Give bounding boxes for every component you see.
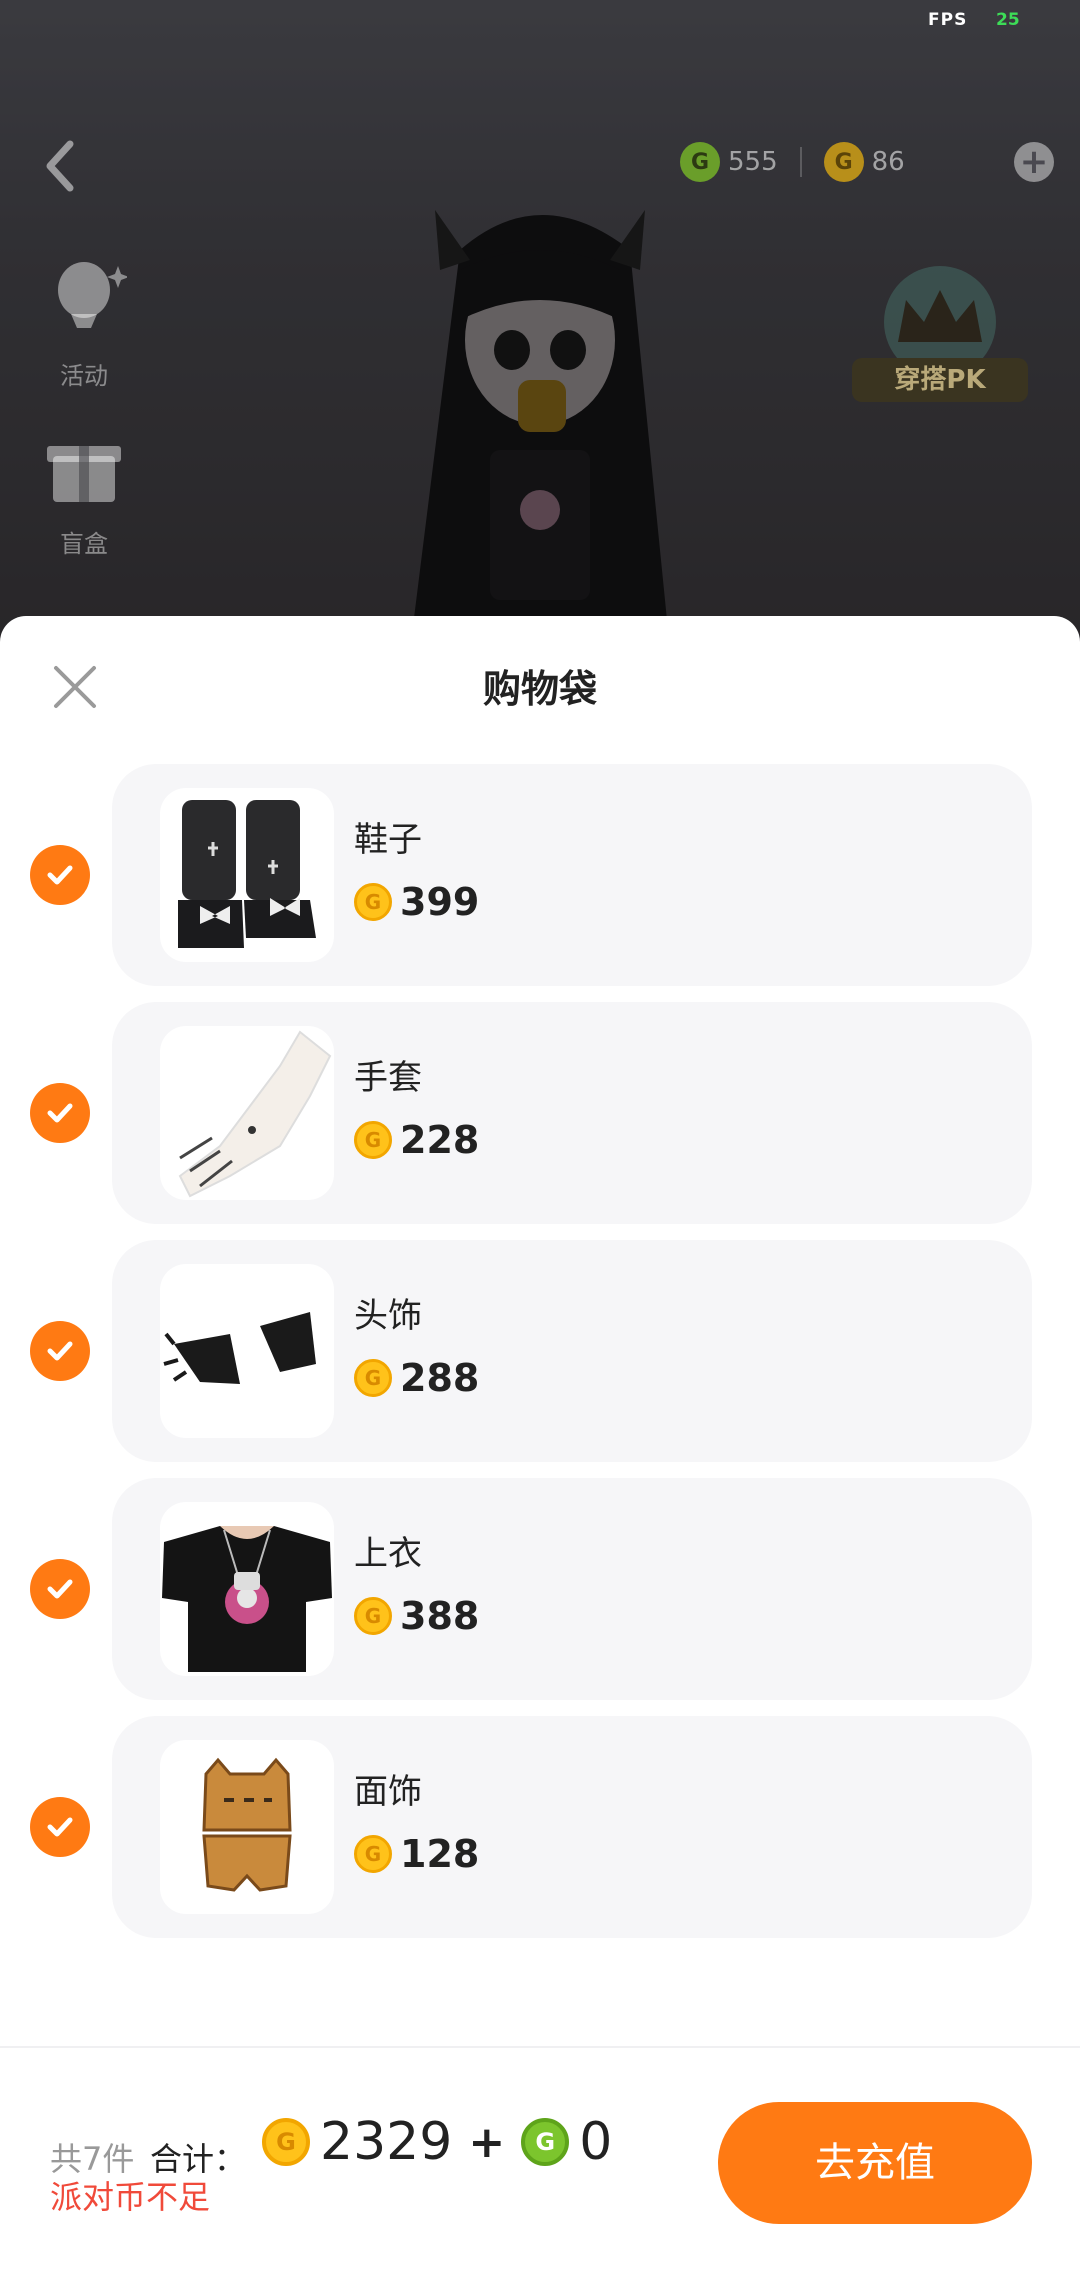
- green-coin-icon: G: [521, 2118, 570, 2166]
- add-currency-button[interactable]: +: [1014, 142, 1054, 182]
- gold-coin-icon: G: [354, 883, 392, 921]
- gold-coin-icon: G: [354, 1597, 392, 1635]
- recharge-button[interactable]: 去充值: [718, 2102, 1032, 2224]
- green-currency-value: 555: [728, 147, 778, 177]
- side-item-label: 盲盒: [60, 530, 108, 558]
- currency-bar: G 555 G 86: [680, 140, 905, 184]
- cart-item: 鞋子 G 399: [0, 764, 1080, 986]
- cart-item: 上衣 G 388: [0, 1478, 1080, 1700]
- item-checkbox[interactable]: [30, 1797, 90, 1857]
- item-card[interactable]: 头饰 G 288: [112, 1240, 1032, 1462]
- gloves-thumbnail: [160, 1026, 334, 1200]
- side-item-blind-box[interactable]: 盲盒: [36, 426, 132, 559]
- item-name: 手套: [354, 1058, 422, 1098]
- item-name: 面饰: [354, 1772, 422, 1812]
- shopping-bag-sheet: 购物袋 鞋子 G 399 手套 G 228 头饰 G 288 上衣 G 388 …: [0, 616, 1080, 2280]
- price-value: 228: [400, 1118, 480, 1162]
- cat-mask-thumbnail: [160, 1740, 334, 1914]
- gold-coin-icon: G: [354, 1835, 392, 1873]
- price-value: 288: [400, 1356, 480, 1400]
- item-checkbox[interactable]: [30, 845, 90, 905]
- cart-item: 面饰 G 128: [0, 1716, 1080, 1938]
- item-card[interactable]: 手套 G 228: [112, 1002, 1032, 1224]
- shoes-thumbnail: [160, 788, 334, 962]
- gold-coin-icon: G: [823, 142, 864, 182]
- total-amount: G 2329 + G 0: [262, 2112, 612, 2172]
- side-item-activity[interactable]: 活动: [36, 258, 132, 391]
- checkmark-icon: [47, 1579, 73, 1599]
- gold-coin-icon: G: [262, 2118, 310, 2166]
- fps-value: 25: [996, 10, 1020, 30]
- item-price: G 388: [354, 1594, 479, 1638]
- shirt-thumbnail: [160, 1502, 334, 1676]
- item-card[interactable]: 鞋子 G 399: [112, 764, 1032, 986]
- checkmark-icon: [47, 1103, 73, 1123]
- cart-item: 头饰 G 288: [0, 1240, 1080, 1462]
- balloon-icon: [58, 262, 129, 328]
- price-value: 128: [400, 1832, 480, 1876]
- fps-label: FPS: [928, 10, 968, 30]
- gold-coin-icon: G: [354, 1121, 392, 1159]
- insufficient-funds-warning: 派对币不足: [50, 2178, 211, 2216]
- item-name: 头饰: [354, 1296, 422, 1336]
- item-name: 鞋子: [354, 820, 422, 860]
- gold-coin-icon: G: [354, 1359, 392, 1397]
- cat-ears-thumbnail: [160, 1264, 334, 1438]
- item-checkbox[interactable]: [30, 1083, 90, 1143]
- price-value: 388: [400, 1594, 480, 1638]
- item-price: G 288: [354, 1356, 479, 1400]
- currency-divider: [799, 147, 802, 177]
- item-price: G 128: [354, 1832, 479, 1876]
- plus-sign: +: [468, 2116, 506, 2168]
- game-scene: FPS 25 G 555 G 86 + 活动 盲盒 穿搭PK: [0, 0, 1080, 640]
- item-checkbox[interactable]: [30, 1321, 90, 1381]
- item-price: G 228: [354, 1118, 479, 1162]
- outfit-pk-label[interactable]: 穿搭PK: [852, 358, 1028, 402]
- back-arrow-icon[interactable]: [40, 136, 80, 196]
- item-card[interactable]: 上衣 G 388: [112, 1478, 1032, 1700]
- checkmark-icon: [47, 1341, 73, 1361]
- item-checkbox[interactable]: [30, 1559, 90, 1619]
- item-name: 上衣: [354, 1534, 422, 1574]
- gold-total: 2329: [320, 2112, 453, 2172]
- checkmark-icon: [47, 1817, 73, 1837]
- item-price: G 399: [354, 880, 479, 924]
- sheet-title: 购物袋: [482, 667, 597, 711]
- gold-currency-value: 86: [871, 147, 905, 177]
- item-card[interactable]: 面饰 G 128: [112, 1716, 1032, 1938]
- footer-divider: [0, 2046, 1080, 2048]
- side-item-label: 活动: [60, 362, 108, 390]
- checkmark-icon: [47, 865, 73, 885]
- price-value: 399: [400, 880, 480, 924]
- green-coin-icon: G: [680, 142, 720, 182]
- green-total: 0: [579, 2112, 613, 2172]
- cart-item: 手套 G 228: [0, 1002, 1080, 1224]
- gift-box-icon: [47, 446, 121, 502]
